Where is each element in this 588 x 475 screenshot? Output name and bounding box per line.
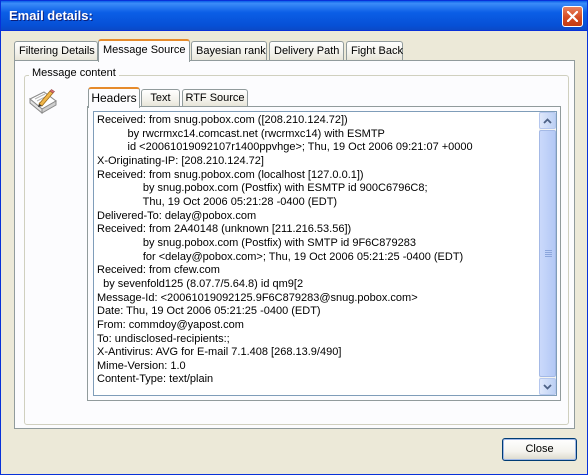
scroll-down-button[interactable]: [539, 378, 556, 395]
tab-message-source[interactable]: Message Source: [98, 39, 190, 62]
email-details-dialog: Email details: Filtering Details Message…: [0, 0, 588, 475]
chevron-up-icon: [543, 117, 552, 124]
tab-filtering-details[interactable]: Filtering Details: [14, 41, 98, 61]
close-button[interactable]: Close: [502, 438, 577, 461]
tab-headers[interactable]: Headers: [88, 87, 140, 108]
tab-delivery-path[interactable]: Delivery Path: [269, 41, 344, 61]
tab-bayesian-rank[interactable]: Bayesian rank: [191, 41, 267, 61]
title-close-button[interactable]: [562, 6, 583, 27]
tab-rtf-source[interactable]: RTF Source: [182, 89, 248, 107]
message-content-legend: Message content: [29, 67, 119, 79]
scroll-thumb[interactable]: [539, 130, 556, 377]
scroll-grip: [545, 250, 552, 258]
headers-textarea[interactable]: Received: from snug.pobox.com ([208.210.…: [93, 111, 557, 396]
tab-text[interactable]: Text: [141, 89, 180, 107]
window-title: Email details:: [9, 8, 93, 23]
scroll-up-button[interactable]: [539, 112, 556, 129]
title-bar[interactable]: Email details:: [1, 1, 587, 31]
vertical-scrollbar[interactable]: [539, 112, 556, 395]
headers-content[interactable]: Received: from snug.pobox.com ([208.210.…: [94, 112, 556, 387]
document-pencil-icon: [29, 89, 57, 115]
close-icon: [567, 11, 578, 22]
tab-fight-back[interactable]: Fight Back: [346, 41, 403, 61]
chevron-down-icon: [543, 383, 552, 390]
headers-panel: Received: from snug.pobox.com ([208.210.…: [87, 106, 561, 401]
